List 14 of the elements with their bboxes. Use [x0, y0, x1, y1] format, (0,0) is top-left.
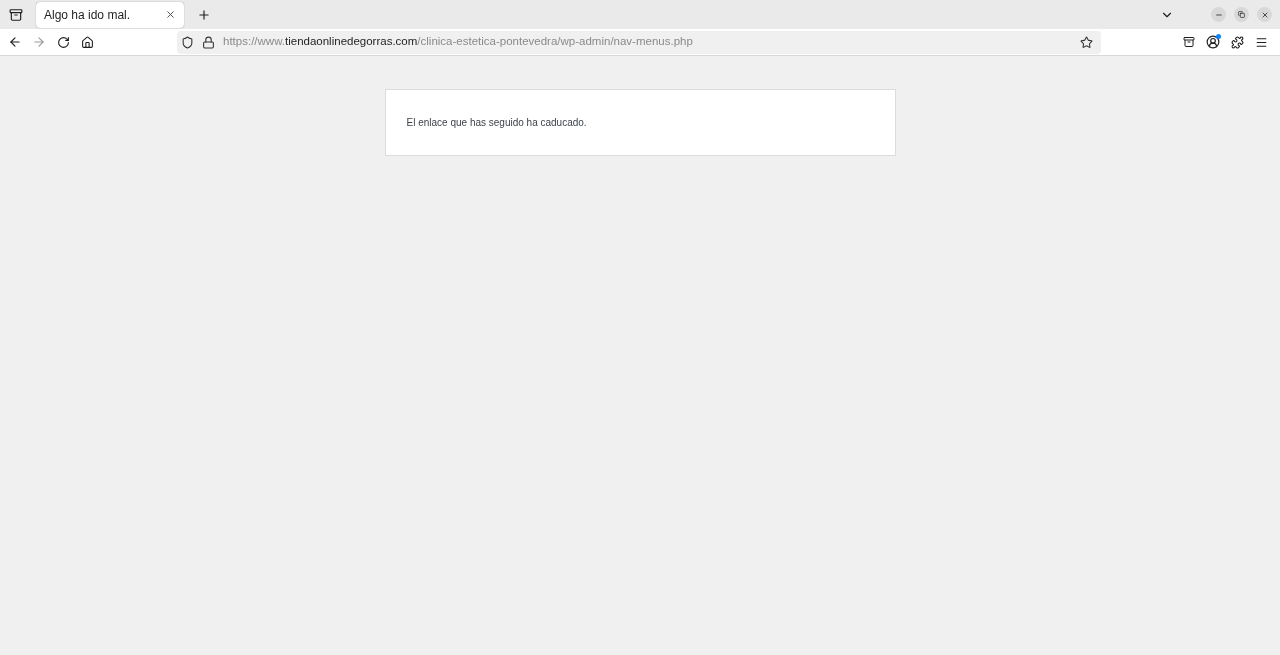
address-bar[interactable]: https://www.tiendaonlinedegorras.com/clinica-estetica-pontevedra/wp-admin/nav-menus.php	[177, 30, 1101, 54]
restore-icon	[1238, 11, 1245, 18]
browser-tab[interactable]: Algo ha ido mal.	[36, 1, 184, 28]
minimize-button[interactable]	[1211, 7, 1226, 22]
close-icon	[1260, 10, 1269, 19]
bookmark-star-icon[interactable]	[1080, 35, 1093, 49]
restore-button[interactable]	[1234, 7, 1249, 22]
close-button[interactable]	[1257, 7, 1272, 22]
lock-icon[interactable]	[202, 35, 215, 49]
close-icon[interactable]	[165, 9, 176, 20]
url-text: https://www.tiendaonlinedegorras.com/clinica-estetica-pontevedra/wp-admin/nav-menus.php	[223, 34, 693, 50]
tab-title: Algo ha ido mal.	[44, 6, 131, 24]
shield-icon[interactable]	[181, 35, 194, 49]
error-message: El enlace que has seguido ha caducado.	[406, 116, 587, 130]
